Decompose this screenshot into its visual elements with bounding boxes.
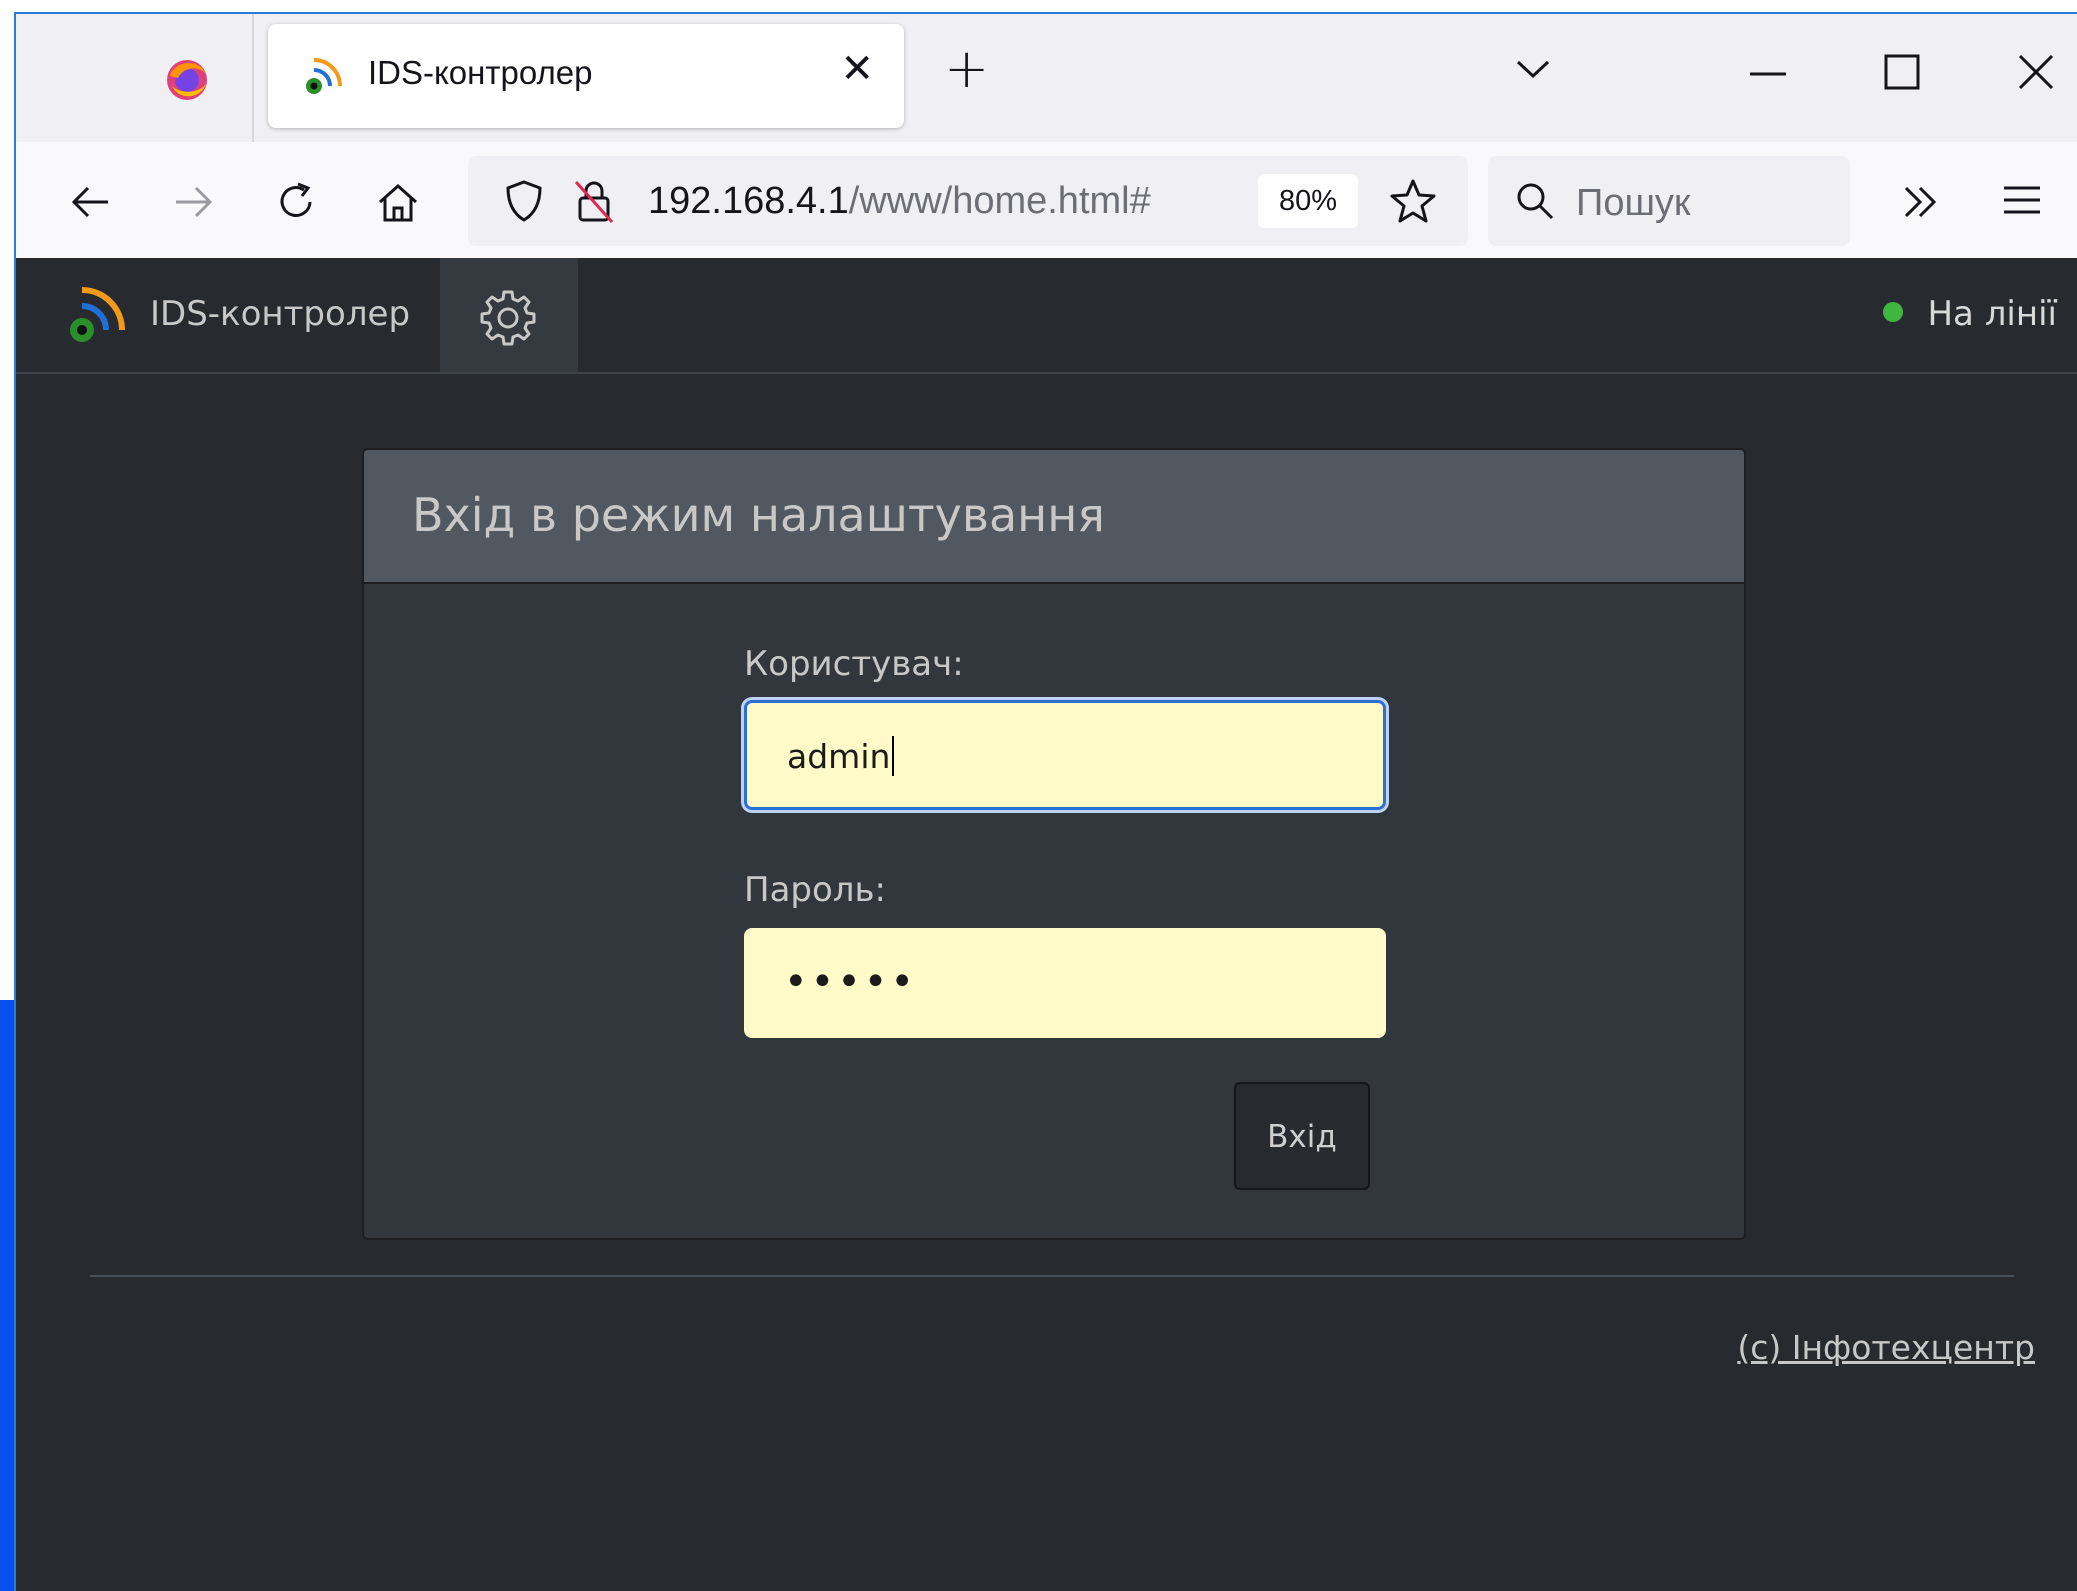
- footer-divider: [90, 1275, 2014, 1277]
- wifi-signal-icon[interactable]: [62, 284, 128, 350]
- brand-title[interactable]: IDS-контролер: [150, 294, 410, 334]
- insecure-lock-icon[interactable]: [572, 178, 616, 224]
- firefox-icon[interactable]: [164, 56, 210, 102]
- search-icon: [1517, 183, 1554, 220]
- navigation-toolbar: 192.168.4.1/www/home.html# 80% Пошук: [16, 142, 2077, 259]
- username-label: Користувач:: [744, 644, 964, 684]
- shield-icon[interactable]: [502, 178, 546, 224]
- tab-separator: [252, 14, 254, 142]
- login-title: Вхід в режим налаштування: [412, 488, 1105, 542]
- hamburger-menu-icon[interactable]: [1998, 178, 2046, 222]
- url-path: /www/home.html#: [848, 180, 1151, 222]
- connection-status: На лінії: [1883, 294, 2057, 334]
- status-text: На лінії: [1927, 294, 2057, 334]
- gear-icon: [480, 290, 536, 346]
- status-dot-icon: [1883, 302, 1904, 322]
- url-text[interactable]: 192.168.4.1/www/home.html#: [648, 180, 1151, 223]
- text-caret: [892, 736, 895, 776]
- tab-close-icon[interactable]: ✕: [840, 46, 874, 92]
- search-bar[interactable]: Пошук: [1488, 156, 1850, 246]
- url-host: 192.168.4.1: [648, 180, 849, 222]
- login-card-header: Вхід в режим налаштування: [364, 450, 1744, 584]
- settings-button[interactable]: [440, 258, 578, 372]
- bookmark-star-icon[interactable]: [1388, 176, 1438, 226]
- overflow-chevrons-icon[interactable]: [1896, 180, 1946, 224]
- wifi-signal-icon: [306, 58, 342, 94]
- reload-icon[interactable]: [272, 178, 320, 226]
- password-label: Пароль:: [744, 870, 887, 910]
- chevron-down-icon[interactable]: [1508, 50, 1558, 90]
- tab-title: IDS-контролер: [368, 54, 593, 91]
- tab-strip: IDS-контролер ✕ +: [16, 14, 2077, 142]
- address-bar[interactable]: 192.168.4.1/www/home.html# 80%: [468, 156, 1468, 246]
- maximize-icon[interactable]: [1872, 44, 1932, 104]
- back-icon[interactable]: [66, 178, 114, 226]
- minimize-icon[interactable]: [1738, 44, 1798, 104]
- app-navbar: IDS-контролер На лінії: [16, 258, 2077, 374]
- new-tab-button[interactable]: +: [944, 42, 989, 96]
- zoom-level-button[interactable]: 80%: [1258, 174, 1358, 228]
- password-input[interactable]: •••••: [744, 928, 1386, 1038]
- search-placeholder: Пошук: [1576, 182, 1691, 224]
- web-page: IDS-контролер На лінії Вхід в режим нала…: [16, 258, 2077, 1591]
- username-input[interactable]: admin: [744, 700, 1386, 810]
- browser-window: IDS-контролер ✕ + 192.168.4.1/www/home.h…: [14, 12, 2077, 1591]
- password-value: •••••: [784, 959, 917, 1005]
- tab-ids-controller[interactable]: IDS-контролер ✕: [268, 24, 904, 128]
- login-button[interactable]: Вхід: [1234, 1082, 1370, 1190]
- home-icon[interactable]: [374, 178, 422, 226]
- username-value: admin: [787, 737, 891, 776]
- forward-icon[interactable]: [170, 178, 218, 226]
- login-card: Вхід в режим налаштування Користувач: ad…: [362, 448, 1746, 1240]
- close-window-icon[interactable]: [2006, 44, 2066, 104]
- copyright-link[interactable]: (c) Інфотехцентр: [1737, 1328, 2035, 1367]
